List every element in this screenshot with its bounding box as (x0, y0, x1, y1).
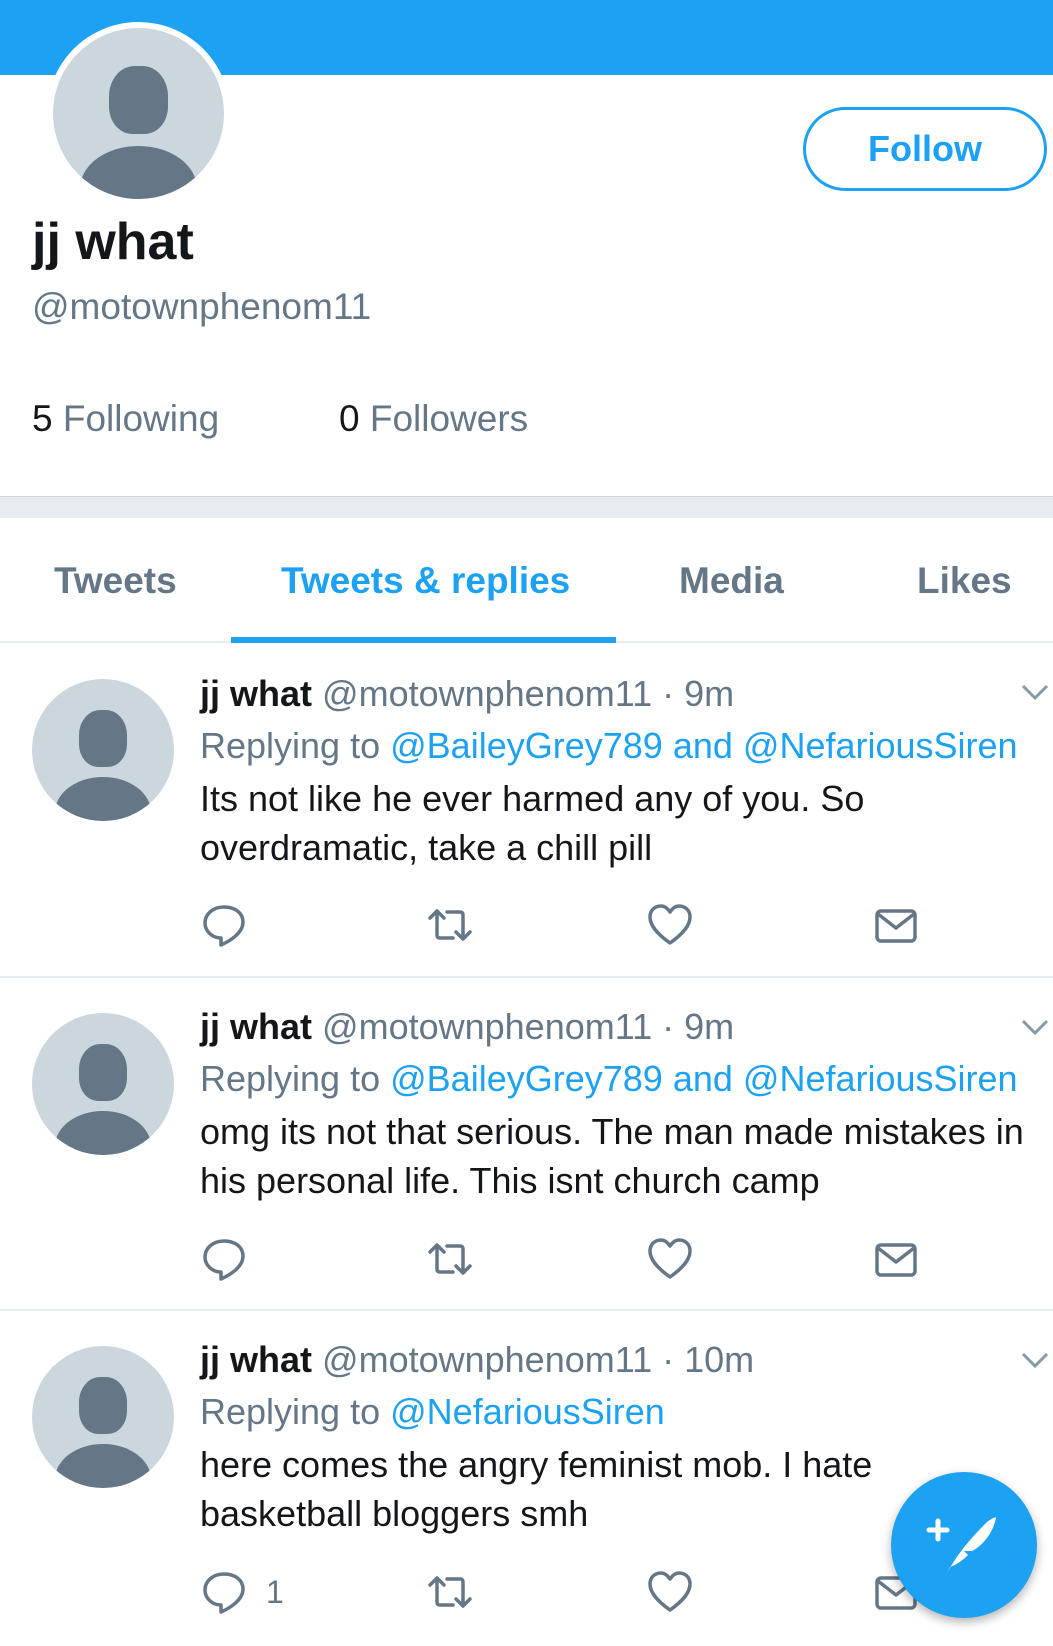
tweet-header: jj what @motownphenom11 · 9m (200, 673, 735, 714)
following-count: 5 (32, 398, 53, 439)
reply-icon[interactable] (200, 1235, 248, 1283)
tweet-text: here comes the angry feminist mob. I hat… (200, 1444, 873, 1534)
tweet-timestamp[interactable]: 9m (684, 1006, 734, 1047)
tweet-author-name[interactable]: jj what (200, 1339, 312, 1380)
following-stat[interactable]: 5 Following (32, 398, 219, 440)
tweet[interactable]: jj what @motownphenom11 · 10m Replying t… (0, 1311, 1053, 1646)
tweet-actions: 1 (200, 1568, 940, 1616)
tweet-timestamp[interactable]: 9m (684, 673, 734, 714)
profile-tabs: Tweets Tweets & replies Media Likes (0, 518, 1053, 643)
mention-link[interactable]: @NefariousSiren (743, 725, 1018, 766)
follow-button[interactable]: Follow (803, 107, 1047, 191)
tweet-actions (200, 1235, 940, 1283)
chevron-down-icon[interactable] (1020, 1345, 1050, 1375)
retweet-icon[interactable] (426, 901, 474, 949)
retweet-icon[interactable] (426, 1568, 474, 1616)
tweet-author-handle[interactable]: @motownphenom11 (322, 1006, 652, 1047)
tweet-header: jj what @motownphenom11 · 10m (200, 1339, 755, 1380)
tab-tweets[interactable]: Tweets (54, 560, 177, 602)
heart-icon[interactable] (646, 1235, 694, 1283)
envelope-icon[interactable] (872, 901, 920, 949)
tab-media[interactable]: Media (679, 560, 784, 602)
tweet-text: Its not like he ever harmed any of you. … (200, 778, 865, 868)
tweet-timestamp[interactable]: 10m (684, 1339, 754, 1380)
replying-to: Replying to @NefariousSiren (200, 1391, 665, 1432)
chevron-down-icon[interactable] (1020, 677, 1050, 707)
tweet-author-name[interactable]: jj what (200, 673, 312, 714)
replying-to: Replying to @BaileyGrey789 and @Nefariou… (200, 725, 1018, 766)
tweet-text: omg its not that serious. The man made m… (200, 1111, 1024, 1201)
replying-to: Replying to @BaileyGrey789 and @Nefariou… (200, 1058, 1018, 1099)
avatar[interactable] (32, 679, 174, 821)
section-divider (0, 496, 1053, 518)
tweet[interactable]: jj what @motownphenom11 · 9m Replying to… (0, 978, 1053, 1311)
tweet[interactable]: jj what @motownphenom11 · 9m Replying to… (0, 643, 1053, 978)
tweet-author-name[interactable]: jj what (200, 1006, 312, 1047)
mention-link[interactable]: @BaileyGrey789 (390, 725, 663, 766)
followers-count: 0 (339, 398, 360, 439)
compose-tweet-button[interactable] (891, 1472, 1037, 1618)
reply-count: 1 (266, 1574, 284, 1610)
retweet-icon[interactable] (426, 1235, 474, 1283)
mention-link[interactable]: @NefariousSiren (390, 1391, 665, 1432)
following-label: Following (62, 398, 220, 439)
profile-handle: @motownphenom11 (32, 286, 372, 327)
avatar[interactable] (32, 1013, 174, 1155)
avatar[interactable] (32, 1346, 174, 1488)
mention-link[interactable]: @BaileyGrey789 (390, 1058, 663, 1099)
tweet-author-handle[interactable]: @motownphenom11 (322, 1339, 652, 1380)
tab-likes[interactable]: Likes (917, 560, 1012, 602)
heart-icon[interactable] (646, 901, 694, 949)
profile-display-name: jj what (32, 213, 194, 271)
tweet-header: jj what @motownphenom11 · 9m (200, 1006, 735, 1047)
followers-stat[interactable]: 0 Followers (339, 398, 528, 440)
mention-link[interactable]: @NefariousSiren (743, 1058, 1018, 1099)
reply-icon[interactable] (200, 901, 248, 949)
followers-label: Followers (369, 398, 529, 439)
reply-icon[interactable] (200, 1568, 248, 1616)
heart-icon[interactable] (646, 1568, 694, 1616)
tab-tweets-replies[interactable]: Tweets & replies (281, 560, 570, 602)
compose-tweet-icon (926, 1517, 996, 1575)
chevron-down-icon[interactable] (1020, 1012, 1050, 1042)
envelope-icon[interactable] (872, 1235, 920, 1283)
profile-avatar[interactable] (47, 22, 230, 205)
tweet-actions (200, 901, 940, 949)
tweet-author-handle[interactable]: @motownphenom11 (322, 673, 652, 714)
